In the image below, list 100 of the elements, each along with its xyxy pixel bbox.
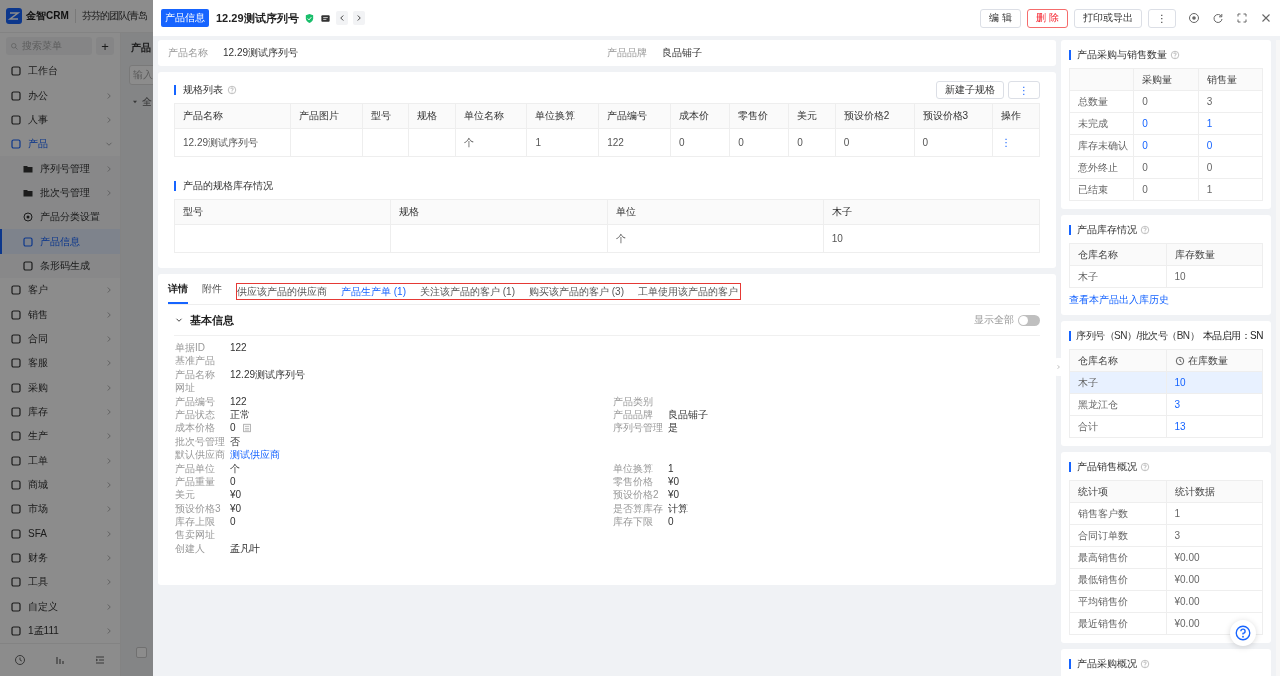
table-cell: 0	[1133, 156, 1199, 179]
square-icon	[10, 479, 22, 491]
column-header: 规格	[408, 103, 456, 129]
delete-button[interactable]: 删 除	[1027, 8, 1068, 28]
count-link[interactable]: 3	[1166, 393, 1263, 416]
tab[interactable]: 关注该产品的客户 (1)	[420, 285, 515, 299]
sidebar-item[interactable]: 工具	[0, 570, 120, 595]
add-button[interactable]: +	[96, 37, 114, 55]
app-logo-text: 金智CRM	[26, 9, 69, 23]
column-header: 统计项	[1069, 480, 1166, 503]
count-link[interactable]: 0	[1133, 134, 1199, 157]
sidebar-subitem[interactable]: 批次号管理	[0, 180, 120, 206]
square-icon	[10, 138, 22, 151]
calculator-icon	[241, 423, 252, 434]
table-cell: 12.29测试序列号	[174, 128, 291, 157]
field-value: 良品铺子	[668, 407, 709, 422]
help-icon	[1140, 225, 1150, 235]
checkbox[interactable]	[136, 647, 147, 658]
panel-title: 产品采购概况	[1077, 657, 1137, 671]
sidebar-item[interactable]: SFA	[0, 521, 120, 546]
table-cell: 1	[1166, 502, 1263, 525]
square-icon	[10, 284, 22, 297]
table-row[interactable]: 黑龙江仓 3	[1069, 393, 1263, 416]
new-spec-button[interactable]: 新建子规格	[936, 81, 1004, 99]
shield-icon	[303, 12, 315, 24]
fullscreen-icon[interactable]	[1236, 12, 1248, 24]
table-row[interactable]: 木子 10	[1069, 371, 1263, 394]
tree-node[interactable]: 全	[142, 95, 152, 109]
sidebar-item[interactable]: 市场	[0, 497, 120, 522]
history-link[interactable]: 查看本产品出入库历史	[1069, 293, 1263, 307]
sidebar-item[interactable]: 商城	[0, 472, 120, 498]
table-cell: 1	[526, 128, 599, 157]
tab[interactable]: 购买该产品的客户 (3)	[529, 285, 624, 299]
sidebar-item[interactable]: 办公	[0, 83, 120, 108]
table-cell: ¥0.00	[1166, 546, 1263, 569]
count-link[interactable]: 0	[1133, 112, 1199, 135]
square-icon	[10, 406, 22, 418]
table-cell: ¥0.00	[1166, 568, 1263, 591]
sidebar-item[interactable]: 销售	[0, 302, 120, 327]
sidebar-item[interactable]: 工单	[0, 448, 120, 473]
sidebar-item[interactable]: 人事	[0, 107, 120, 133]
column-header: 规格	[390, 199, 607, 225]
tab[interactable]: 供应该产品的供应商	[237, 285, 327, 299]
action-button[interactable]: 编 辑	[980, 8, 1022, 28]
more-button[interactable]: ⋮	[1008, 81, 1040, 99]
sidebar-item[interactable]: 库存	[0, 399, 120, 425]
tab[interactable]: 产品生产单 (1)	[341, 285, 406, 299]
sidebar-item[interactable]: 工作台	[0, 59, 120, 84]
square-icon	[10, 332, 22, 345]
close-icon[interactable]	[1260, 12, 1272, 24]
sidebar-subitem[interactable]: 条形码生成	[0, 253, 120, 279]
clock-icon[interactable]	[14, 654, 26, 667]
sidebar-subitem[interactable]: 序列号管理	[0, 156, 120, 181]
field-label: 产品类别	[613, 394, 654, 408]
more-button[interactable]: ⋮	[1001, 137, 1012, 148]
refresh-icon[interactable]	[1212, 12, 1224, 24]
count-link[interactable]: 0	[1198, 134, 1263, 157]
tab[interactable]: 详情	[168, 282, 188, 304]
sidebar-item[interactable]: 客户	[0, 278, 120, 303]
table-cell: 黑龙江仓	[1069, 393, 1166, 416]
help-icon	[1140, 462, 1150, 472]
square-icon	[10, 381, 22, 394]
next-button[interactable]	[352, 11, 365, 25]
sidebar-item[interactable]: 自定义	[0, 594, 120, 619]
sidebar-subitem[interactable]: 产品分类设置	[0, 205, 120, 230]
field-value: ¥0	[230, 501, 243, 516]
square-icon	[10, 357, 22, 370]
tab[interactable]: 附件	[202, 282, 222, 304]
table-cell: 0	[729, 128, 789, 157]
sidebar-item[interactable]: 客服	[0, 351, 120, 376]
table-cell: 0	[670, 128, 730, 157]
field-value: 个	[230, 461, 241, 475]
field-label: 产品单位	[175, 461, 216, 475]
team-name[interactable]: 芬芬的团队(青岛	[81, 9, 148, 23]
sidebar-item[interactable]: 财务	[0, 545, 120, 571]
bar-chart-icon[interactable]	[54, 654, 66, 667]
target-icon[interactable]	[1188, 12, 1200, 24]
sidebar-item[interactable]: 采购	[0, 375, 120, 400]
chat-icon	[319, 12, 331, 24]
field-value: 良品铺子	[662, 46, 702, 60]
tag: 产品信息	[161, 9, 209, 27]
table-cell: 合计	[1069, 415, 1166, 438]
toggle-switch[interactable]	[1018, 314, 1040, 326]
field-value: 是	[668, 421, 679, 435]
table-cell: 0	[1198, 156, 1263, 179]
sidebar-item[interactable]: 生产	[0, 424, 120, 449]
more-button[interactable]: ⋮	[1148, 8, 1176, 28]
sidebar-item[interactable]: 合同	[0, 326, 120, 352]
count-link[interactable]: 13	[1166, 415, 1263, 438]
tab[interactable]: 工单使用该产品的客户	[638, 285, 738, 299]
table-row[interactable]: 合计 13	[1069, 415, 1263, 438]
action-button[interactable]: 打印或导出	[1074, 8, 1142, 28]
count-link[interactable]: 1	[1198, 112, 1263, 135]
column-header: 采购量	[1133, 68, 1199, 91]
sidebar-subitem[interactable]: 产品信息	[0, 229, 120, 254]
indent-icon[interactable]	[94, 654, 106, 667]
field-value: 0	[230, 515, 237, 529]
sidebar-item[interactable]: 1孟111	[0, 618, 120, 644]
previous-button[interactable]	[335, 11, 348, 25]
supplier-link[interactable]: 测试供应商	[230, 448, 280, 462]
